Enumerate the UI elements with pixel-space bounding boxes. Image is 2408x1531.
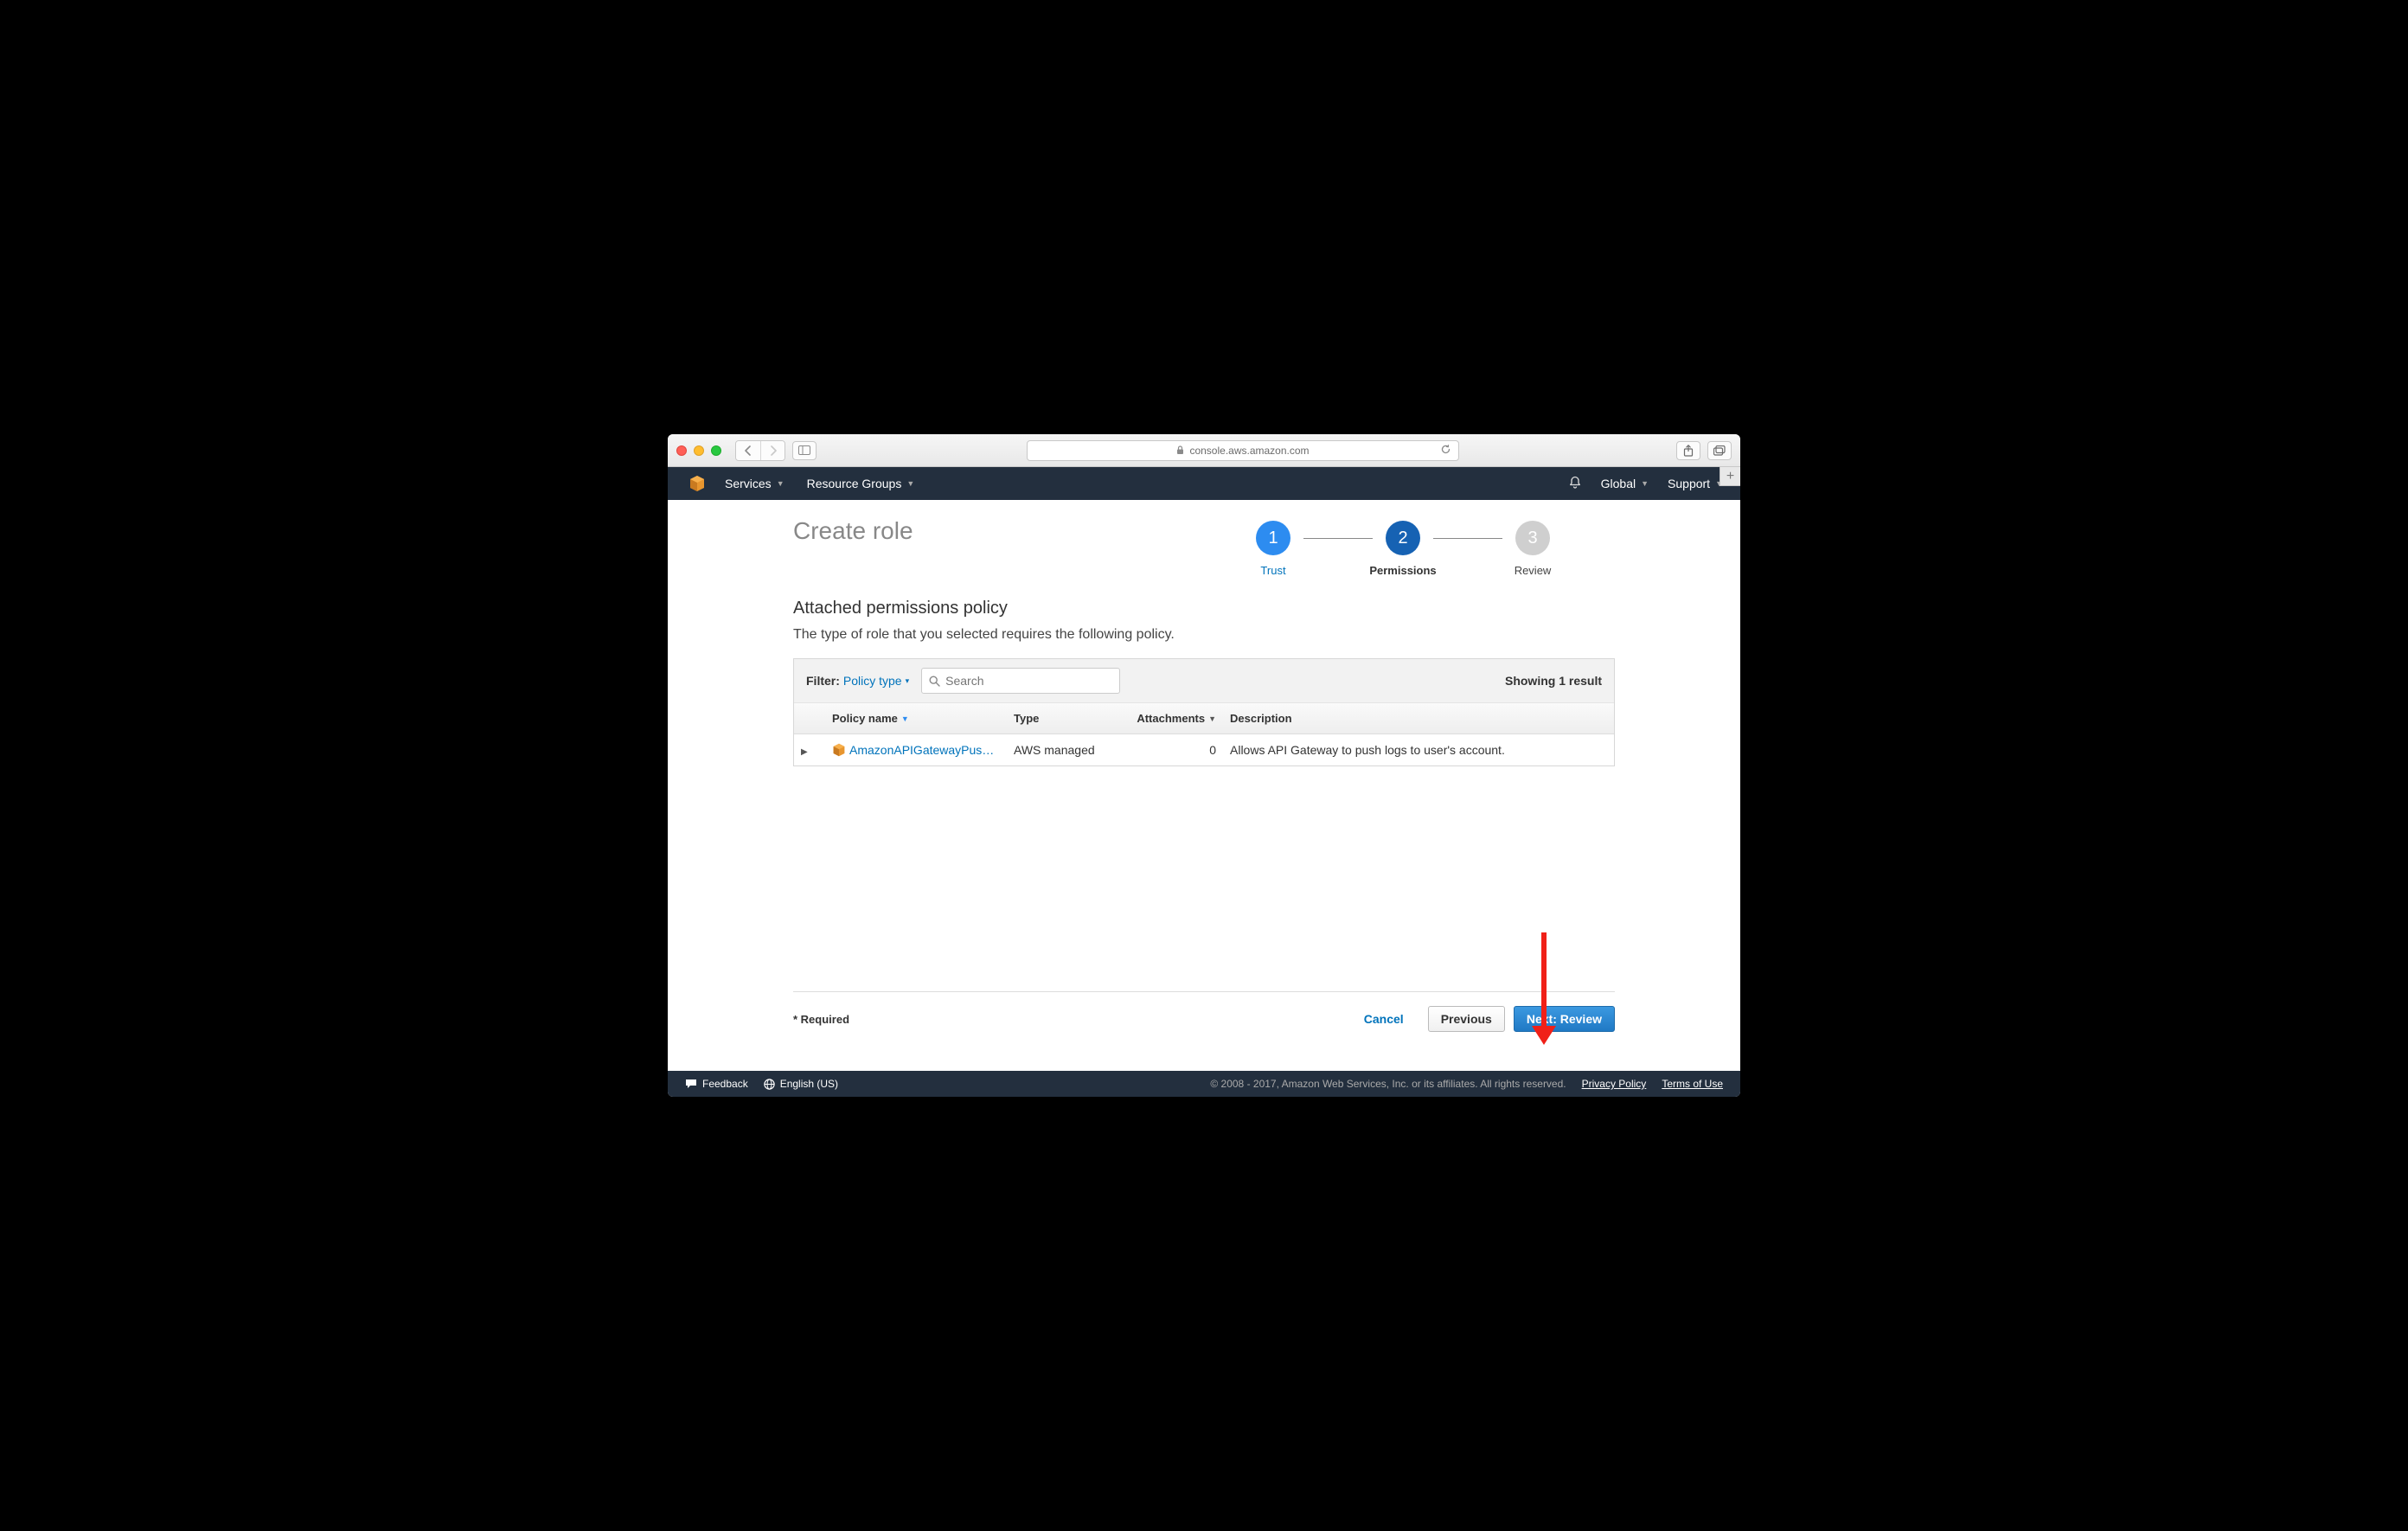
maximize-window-icon[interactable]: [711, 445, 721, 456]
resource-groups-menu[interactable]: Resource Groups ▼: [807, 477, 915, 490]
policy-name-link[interactable]: AmazonAPIGatewayPush…: [849, 743, 996, 757]
region-menu[interactable]: Global ▼: [1601, 477, 1649, 490]
policy-table-header: Policy name ▼ Type Attachments ▼ Descrip…: [794, 703, 1614, 734]
policy-type-filter[interactable]: Policy type ▾: [843, 674, 909, 688]
previous-button[interactable]: Previous: [1428, 1006, 1505, 1032]
step-number: 3: [1515, 521, 1550, 555]
section-description: The type of role that you selected requi…: [793, 627, 1615, 643]
policy-description-cell: Allows API Gateway to push logs to user'…: [1223, 734, 1614, 766]
policy-panel: Filter: Policy type ▾ Showing 1 result P…: [793, 658, 1615, 766]
policy-icon: [832, 743, 846, 757]
speech-bubble-icon: [685, 1079, 697, 1089]
sort-caret-icon: ▼: [901, 714, 909, 723]
back-button[interactable]: [736, 441, 760, 460]
support-menu[interactable]: Support ▼: [1668, 477, 1723, 490]
step-label: Trust: [1260, 564, 1285, 577]
search-icon: [929, 676, 940, 687]
policy-type-cell: AWS managed: [1007, 734, 1128, 766]
step-connector: [1433, 538, 1502, 539]
aws-footer: Feedback English (US) © 2008 - 2017, Ama…: [668, 1071, 1740, 1097]
chevron-down-icon: ▼: [777, 479, 785, 488]
policy-toolbar: Filter: Policy type ▾ Showing 1 result: [794, 659, 1614, 703]
tabs-button[interactable]: [1707, 441, 1732, 460]
action-bar: * Required Cancel Previous Next: Review: [793, 991, 1615, 1046]
chevron-down-icon: ▾: [906, 676, 910, 686]
lock-icon: [1176, 445, 1184, 455]
cancel-button[interactable]: Cancel: [1352, 1006, 1416, 1032]
column-header-name[interactable]: Policy name ▼: [825, 703, 1007, 733]
step-number: 2: [1386, 521, 1420, 555]
new-tab-button[interactable]: +: [1720, 467, 1740, 486]
nav-buttons: [735, 440, 785, 461]
region-label: Global: [1601, 477, 1636, 490]
globe-icon: [764, 1079, 775, 1090]
policy-attachments-cell: 0: [1128, 734, 1223, 766]
step-label: Permissions: [1369, 564, 1436, 577]
browser-chrome: console.aws.amazon.com: [668, 434, 1740, 467]
aws-logo-icon[interactable]: [688, 475, 706, 492]
step-number: 1: [1256, 521, 1290, 555]
policy-row: ▶ AmazonAPIGatewayPush… AWS managed 0 Al…: [794, 734, 1614, 766]
policy-type-label: Policy type: [843, 674, 902, 688]
aws-header: Services ▼ Resource Groups ▼ Global ▼ Su…: [668, 467, 1740, 500]
sidebar-toggle-button[interactable]: [792, 441, 817, 460]
required-note: * Required: [793, 1013, 849, 1026]
chrome-right: [1676, 441, 1732, 460]
result-count: Showing 1 result: [1505, 674, 1602, 688]
reload-icon[interactable]: [1440, 444, 1451, 458]
services-menu[interactable]: Services ▼: [725, 477, 785, 490]
copyright-text: © 2008 - 2017, Amazon Web Services, Inc.…: [1210, 1078, 1566, 1090]
notifications-icon[interactable]: [1568, 476, 1582, 492]
column-header-attachments[interactable]: Attachments ▼: [1128, 703, 1223, 733]
expand-row-icon[interactable]: ▶: [801, 747, 808, 757]
search-input[interactable]: [945, 674, 1112, 688]
column-header-description[interactable]: Description: [1223, 703, 1614, 733]
share-button[interactable]: [1676, 441, 1700, 460]
resource-groups-label: Resource Groups: [807, 477, 902, 490]
feedback-link[interactable]: Feedback: [685, 1078, 748, 1090]
search-box[interactable]: [921, 668, 1120, 694]
chevron-down-icon: ▼: [1641, 479, 1649, 488]
wizard-step-trust[interactable]: 1 Trust: [1243, 521, 1303, 577]
wizard-steps: 1 Trust 2 Permissions 3 Review: [1243, 521, 1563, 577]
step-label: Review: [1515, 564, 1552, 577]
browser-window: console.aws.amazon.com + Services ▼ Reso…: [668, 434, 1740, 1097]
terms-of-use-link[interactable]: Terms of Use: [1662, 1078, 1723, 1090]
section-title: Attached permissions policy: [793, 599, 1615, 618]
language-selector[interactable]: English (US): [764, 1078, 838, 1090]
url-host: console.aws.amazon.com: [1189, 445, 1309, 457]
page-content: Create role 1 Trust 2 Permissions 3 Revi…: [668, 500, 1740, 1071]
column-header-type[interactable]: Type: [1007, 703, 1128, 733]
step-connector: [1303, 538, 1373, 539]
wizard-step-permissions: 2 Permissions: [1373, 521, 1433, 577]
sort-caret-icon: ▼: [1208, 714, 1216, 723]
privacy-policy-link[interactable]: Privacy Policy: [1582, 1078, 1647, 1090]
forward-button[interactable]: [760, 441, 785, 460]
url-bar[interactable]: console.aws.amazon.com: [1027, 440, 1459, 461]
wizard-step-review: 3 Review: [1502, 521, 1563, 577]
support-label: Support: [1668, 477, 1710, 490]
minimize-window-icon[interactable]: [694, 445, 704, 456]
filter-label: Filter:: [806, 674, 840, 688]
close-window-icon[interactable]: [676, 445, 687, 456]
chevron-down-icon: ▼: [906, 479, 914, 488]
window-controls: [676, 445, 721, 456]
next-review-button[interactable]: Next: Review: [1514, 1006, 1615, 1032]
services-label: Services: [725, 477, 772, 490]
